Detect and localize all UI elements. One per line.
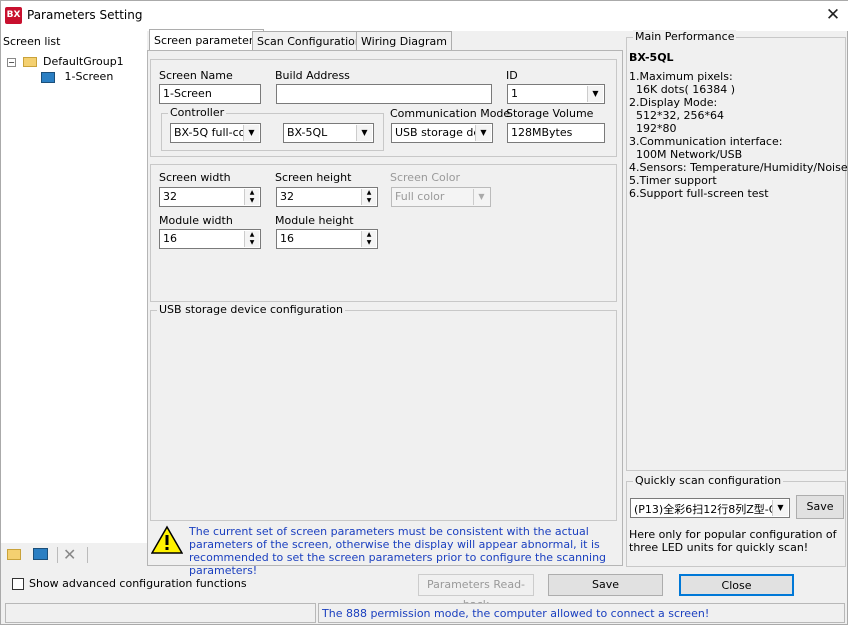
controller-model-select[interactable]: BX-5QL ▼ <box>283 123 374 143</box>
perf-line: 512*32, 256*64 <box>629 109 724 122</box>
module-height-value: 16 <box>280 232 294 245</box>
id-label: ID <box>506 69 518 82</box>
screen-width-value: 32 <box>163 190 177 203</box>
warning-text: The current set of screen parameters mus… <box>189 525 607 577</box>
chevron-down-icon[interactable]: ▼ <box>243 125 259 141</box>
close-button[interactable]: Close <box>679 574 794 596</box>
chevron-down-icon[interactable]: ▼ <box>475 125 491 141</box>
screen-name-label: Screen Name <box>159 69 233 82</box>
parameters-setting-window: BX Parameters Setting ✕ Screen list − De… <box>0 0 848 625</box>
screen-width-label: Screen width <box>159 171 231 184</box>
module-width-value: 16 <box>163 232 177 245</box>
tree-screen-item[interactable]: 1-Screen <box>41 70 116 83</box>
screen-color-value: Full color <box>395 190 445 203</box>
screen-list-label: Screen list <box>3 35 61 48</box>
storage-volume-label: Storage Volume <box>506 107 594 120</box>
perf-line: 3.Communication interface: <box>629 135 783 148</box>
screen-height-label: Screen height <box>275 171 352 184</box>
screen-color-label: Screen Color <box>390 171 461 184</box>
perf-line: 16K dots( 16384 ) <box>629 83 736 96</box>
quick-scan-save-button[interactable]: Save <box>796 495 844 519</box>
screen-width-stepper[interactable]: 32 ▲ ▼ <box>159 187 261 207</box>
quick-scan-title: Quickly scan configuration <box>633 474 784 487</box>
toolbar-divider <box>87 547 88 563</box>
perf-line: 192*80 <box>629 122 677 135</box>
tab-wiring-diagram[interactable]: Wiring Diagram <box>356 31 452 51</box>
storage-volume-input[interactable]: 128MBytes <box>507 123 605 143</box>
screen-height-value: 32 <box>280 190 294 203</box>
group-label: DefaultGroup1 <box>43 55 124 68</box>
controller-model-value: BX-5QL <box>287 126 328 139</box>
quick-scan-group: Quickly scan configuration <box>626 474 846 567</box>
toolbar-divider <box>57 547 58 563</box>
add-group-icon[interactable] <box>7 549 21 560</box>
perf-line: 4.Sensors: Temperature/Humidity/Noise <box>629 161 848 174</box>
perf-line: 2.Display Mode: <box>629 96 718 109</box>
folder-icon <box>22 57 37 67</box>
stepper-arrows-icon[interactable]: ▲ ▼ <box>361 231 376 247</box>
collapse-icon[interactable]: − <box>7 57 16 67</box>
stepper-arrows-icon[interactable]: ▲ ▼ <box>244 189 259 205</box>
advanced-functions-checkbox[interactable] <box>12 578 24 590</box>
build-address-input[interactable] <box>276 84 492 104</box>
window-title: Parameters Setting <box>27 8 143 22</box>
quick-scan-select[interactable]: (P13)全彩6扫12行8列Z型-Q ▼ <box>630 498 790 518</box>
status-bar-main: The 888 permission mode, the computer al… <box>318 603 845 623</box>
usb-config-group: USB storage device configuration <box>150 303 617 521</box>
module-height-stepper[interactable]: 16 ▲ ▼ <box>276 229 378 249</box>
build-address-label: Build Address <box>275 69 350 82</box>
id-select[interactable]: 1 ▼ <box>507 84 605 104</box>
model-name: BX-5QL <box>629 51 674 64</box>
chevron-down-icon[interactable]: ▼ <box>587 86 603 102</box>
chevron-down-icon[interactable]: ▼ <box>356 125 372 141</box>
add-screen-icon[interactable] <box>33 548 48 560</box>
monitor-icon <box>41 71 55 83</box>
module-height-label: Module height <box>275 214 354 227</box>
quick-scan-info: Here only for popular configuration of t… <box>629 528 837 554</box>
close-window-icon[interactable]: ✕ <box>823 5 843 25</box>
chevron-down-icon[interactable]: ▼ <box>772 500 788 516</box>
controller-series-select[interactable]: BX-5Q full-colc ▼ <box>170 123 261 143</box>
usb-config-title: USB storage device configuration <box>157 303 345 316</box>
delete-icon[interactable]: ✕ <box>63 545 76 564</box>
screen-color-select: Full color ▼ <box>391 187 491 207</box>
advanced-functions-label: Show advanced configuration functions <box>29 577 247 590</box>
controller-label: Controller <box>168 106 227 119</box>
screen-name-input[interactable]: 1-Screen <box>159 84 261 104</box>
stepper-arrows-icon[interactable]: ▲ ▼ <box>244 231 259 247</box>
module-width-stepper[interactable]: 16 ▲ ▼ <box>159 229 261 249</box>
save-button[interactable]: Save <box>548 574 663 596</box>
main-performance-title: Main Performance <box>633 30 737 43</box>
screen-height-stepper[interactable]: 32 ▲ ▼ <box>276 187 378 207</box>
comm-mode-label: Communication Mode <box>390 107 511 120</box>
screen-list-toolbar: ✕ <box>1 543 147 567</box>
perf-line: 1.Maximum pixels: <box>629 70 733 83</box>
warning-icon <box>150 525 184 555</box>
perf-line: 6.Support full-screen test <box>629 187 769 200</box>
quick-scan-value: (P13)全彩6扫12行8列Z型-Q <box>634 503 778 516</box>
parameters-readback-button[interactable]: Parameters Read-back <box>418 574 534 611</box>
status-text: The 888 permission mode, the computer al… <box>322 607 710 620</box>
status-bar-left <box>5 603 316 623</box>
tab-scan-configuration[interactable]: Scan Configuration <box>252 31 367 51</box>
id-value: 1 <box>511 87 518 100</box>
tree-group-item[interactable]: − DefaultGroup1 <box>7 55 124 68</box>
title-bar: BX Parameters Setting ✕ <box>1 1 848 31</box>
screen-label: 1-Screen <box>62 70 116 83</box>
perf-line: 100M Network/USB <box>629 148 743 161</box>
perf-line: 5.Timer support <box>629 174 717 187</box>
screen-list-panel: Screen list − DefaultGroup1 1-Screen <box>1 31 147 543</box>
module-width-label: Module width <box>159 214 233 227</box>
tab-screen-parameters[interactable]: Screen parameters <box>149 29 265 51</box>
stepper-arrows-icon[interactable]: ▲ ▼ <box>361 189 376 205</box>
chevron-down-icon: ▼ <box>473 189 489 205</box>
comm-mode-value: USB storage dev <box>395 126 487 139</box>
app-logo-icon: BX <box>5 7 22 24</box>
comm-mode-select[interactable]: USB storage dev ▼ <box>391 123 493 143</box>
